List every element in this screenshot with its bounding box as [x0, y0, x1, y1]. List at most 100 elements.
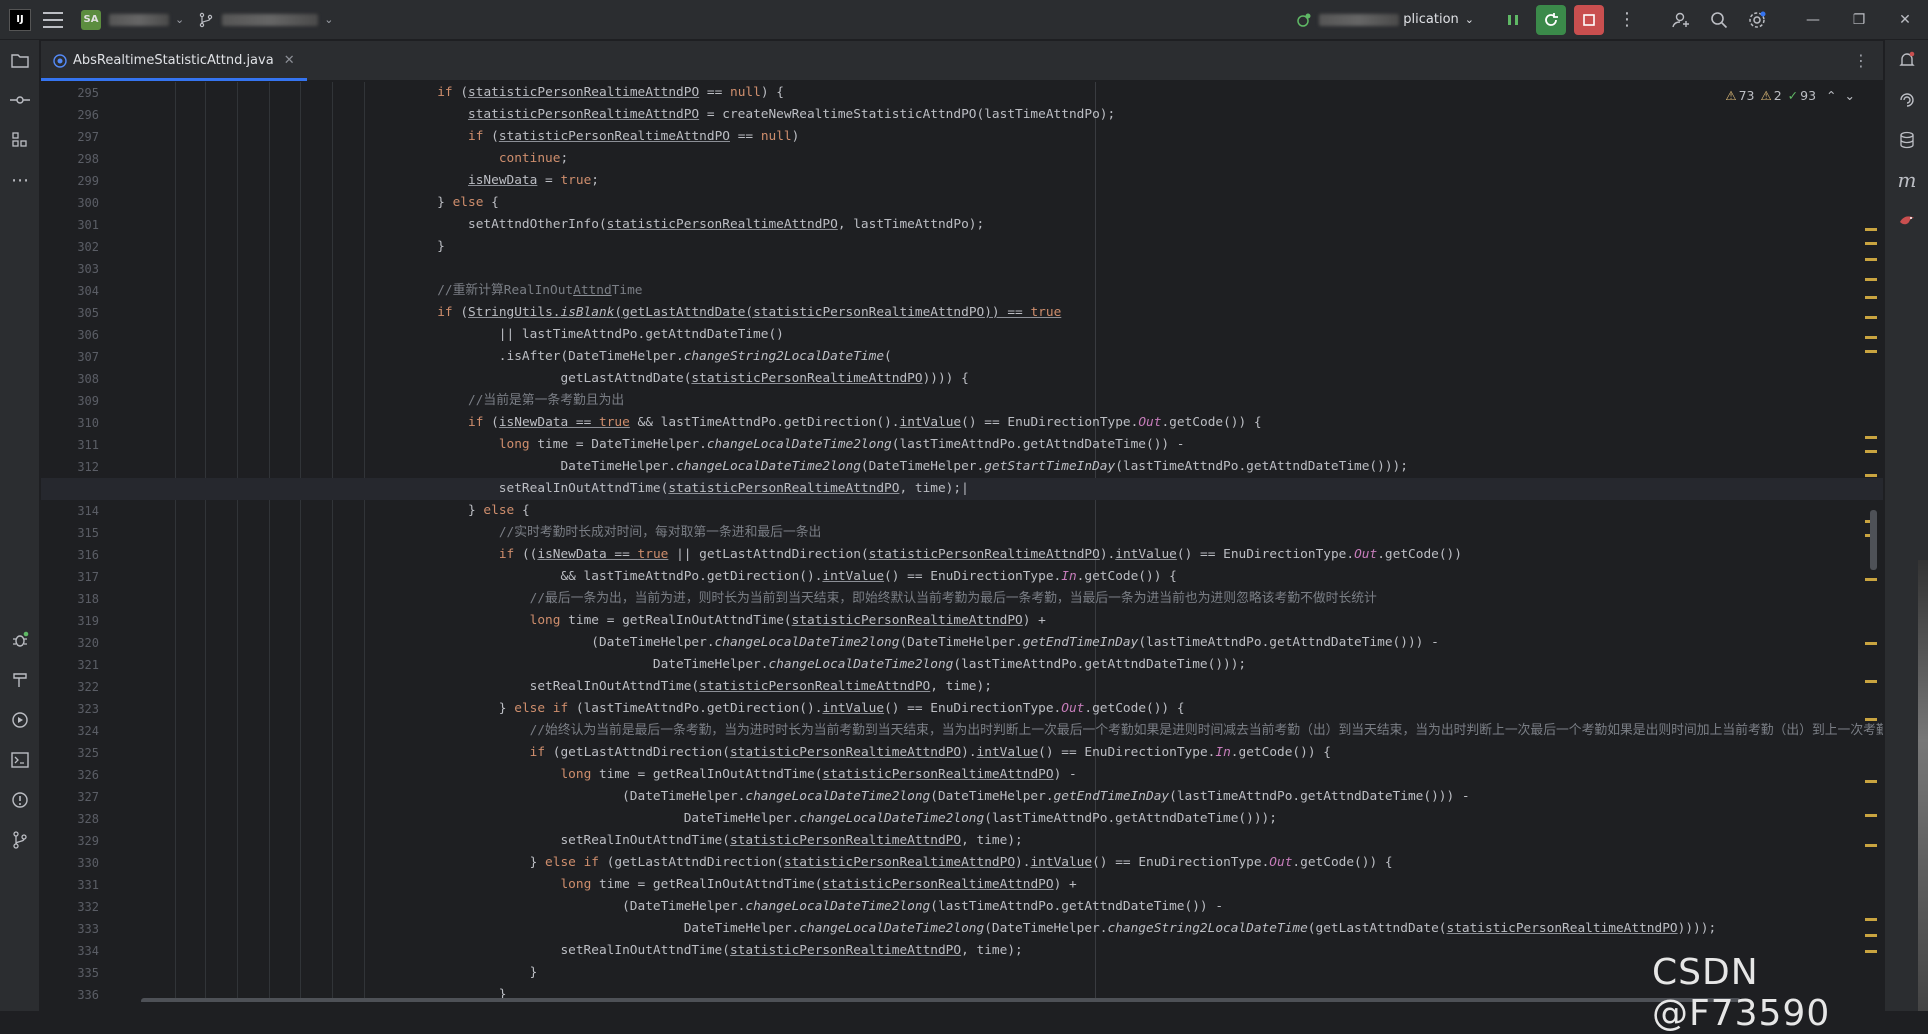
line-number[interactable]: 333 [41, 918, 101, 940]
project-folder-icon[interactable] [0, 40, 40, 80]
project-badge[interactable]: SA [81, 9, 101, 30]
line-number[interactable]: 325 [41, 742, 101, 764]
terminal-icon[interactable] [0, 740, 40, 780]
error-stripe-mark[interactable] [1865, 578, 1877, 581]
line-number[interactable]: 318 [41, 588, 101, 610]
error-stripe-mark[interactable] [1865, 474, 1877, 477]
code-editor[interactable]: 295 296 297 298 299 300 301 302 303 304 305 306 307 3… [41, 82, 1883, 1002]
line-number[interactable]: 312 [41, 456, 101, 478]
line-number[interactable]: 320 [41, 632, 101, 654]
error-stripe-mark[interactable] [1865, 918, 1877, 921]
git-branch-icon[interactable] [198, 12, 214, 28]
structure-icon[interactable] [0, 120, 40, 160]
error-stripe-mark[interactable] [1865, 350, 1877, 353]
line-number[interactable]: 303 [41, 258, 101, 280]
error-stripe-mark[interactable] [1865, 278, 1877, 281]
run-configuration-selector[interactable]: plication ⌄ [1295, 11, 1474, 29]
pause-icon[interactable] [1498, 5, 1528, 35]
error-stripe-mark[interactable] [1865, 242, 1877, 245]
error-stripe-mark[interactable] [1865, 336, 1877, 339]
error-stripe-mark[interactable] [1865, 814, 1877, 817]
line-number[interactable]: 297 [41, 126, 101, 148]
build-hammer-icon[interactable] [0, 660, 40, 700]
line-number[interactable]: 330 [41, 852, 101, 874]
line-number[interactable]: 305 [41, 302, 101, 324]
search-icon[interactable] [1704, 5, 1734, 35]
line-number[interactable]: 322 [41, 676, 101, 698]
line-number[interactable]: 310 [41, 412, 101, 434]
chevron-up-icon[interactable]: ⌃ [1826, 88, 1836, 103]
line-number[interactable]: 306 [41, 324, 101, 346]
project-name-redacted[interactable] [109, 13, 169, 26]
error-stripe-mark[interactable] [1865, 780, 1877, 783]
line-number-gutter[interactable]: 295 296 297 298 299 300 301 302 303 304 305 306 307 3… [41, 82, 101, 1002]
vertical-scrollbar[interactable] [1870, 510, 1877, 570]
code-content[interactable]: if (statisticPersonRealtimeAttndPO == nu… [41, 82, 1883, 1002]
maximize-icon[interactable]: ❐ [1836, 0, 1882, 40]
close-icon[interactable]: ✕ [284, 53, 295, 68]
line-number[interactable]: 309 [41, 390, 101, 412]
inspection-widget[interactable]: ⚠ 73 ⚠ 2 ✓ 93 ⌃ ⌄ [1719, 88, 1855, 103]
line-number[interactable]: 335 [41, 962, 101, 984]
line-number[interactable]: 298 [41, 148, 101, 170]
line-number[interactable]: 331 [41, 874, 101, 896]
intellij-logo-icon[interactable]: IJ [9, 8, 31, 31]
line-number[interactable]: 332 [41, 896, 101, 918]
horizontal-scrollbar[interactable] [141, 998, 1741, 1002]
line-number[interactable]: 326 [41, 764, 101, 786]
error-stripe-mark[interactable] [1865, 934, 1877, 937]
more-tool-windows-icon[interactable]: ⋯ [0, 160, 40, 200]
line-number[interactable]: 324 [41, 720, 101, 742]
commit-icon[interactable] [0, 80, 40, 120]
line-number[interactable]: 308 [41, 368, 101, 390]
line-number[interactable]: 300 [41, 192, 101, 214]
notifications-bell-icon[interactable] [1885, 40, 1928, 80]
error-stripe-mark[interactable] [1865, 316, 1877, 319]
tab-options-icon[interactable]: ⋮ [1853, 51, 1869, 70]
stop-button[interactable] [1574, 4, 1604, 35]
line-number[interactable]: 295 [41, 82, 101, 104]
line-number[interactable]: 307 [41, 346, 101, 368]
git-icon[interactable] [0, 820, 40, 860]
chevron-down-icon[interactable]: ⌄ [175, 13, 184, 26]
line-number[interactable]: 334 [41, 940, 101, 962]
line-number[interactable]: 317 [41, 566, 101, 588]
chevron-down-icon[interactable]: ⌄ [1845, 88, 1855, 103]
chevron-down-icon[interactable]: ⌄ [324, 13, 333, 26]
close-icon[interactable]: ✕ [1882, 0, 1928, 40]
tab-file[interactable]: AbsRealtimeStatisticAttnd.java ✕ [41, 41, 307, 81]
line-number[interactable]: 323 [41, 698, 101, 720]
mybatis-bird-icon[interactable] [1885, 200, 1928, 240]
line-number[interactable]: 315 [41, 522, 101, 544]
rerun-button[interactable] [1536, 4, 1566, 35]
error-stripe-mark[interactable] [1865, 258, 1877, 261]
branch-name-redacted[interactable] [222, 13, 319, 26]
error-stripe-mark[interactable] [1865, 450, 1877, 453]
database-icon[interactable] [1885, 120, 1928, 160]
line-number[interactable]: 321 [41, 654, 101, 676]
line-number[interactable]: 336 [41, 984, 101, 1002]
settings-gear-icon[interactable] [1742, 5, 1772, 35]
line-number[interactable]: 329 [41, 830, 101, 852]
error-stripe-mark[interactable] [1865, 642, 1877, 645]
line-number[interactable]: 299 [41, 170, 101, 192]
debug-icon[interactable] [0, 620, 40, 660]
line-number[interactable]: 316 [41, 544, 101, 566]
line-number[interactable]: 296 [41, 104, 101, 126]
services-icon[interactable] [0, 700, 40, 740]
line-number[interactable]: 319 [41, 610, 101, 632]
minimize-icon[interactable]: — [1790, 0, 1836, 40]
error-stripe-mark[interactable] [1865, 228, 1877, 231]
maven-icon[interactable]: m [1885, 160, 1928, 200]
error-stripe-mark[interactable] [1865, 718, 1877, 721]
more-actions-icon[interactable]: ⋮ [1612, 5, 1642, 35]
line-number[interactable]: 301 [41, 214, 101, 236]
line-number[interactable]: 327 [41, 786, 101, 808]
line-number[interactable]: 328 [41, 808, 101, 830]
ai-assistant-icon[interactable] [1885, 80, 1928, 120]
line-number[interactable]: 302 [41, 236, 101, 258]
error-stripe-mark[interactable] [1865, 844, 1877, 847]
error-stripe-mark[interactable] [1865, 436, 1877, 439]
add-user-icon[interactable] [1666, 5, 1696, 35]
main-menu-icon[interactable] [43, 11, 63, 28]
